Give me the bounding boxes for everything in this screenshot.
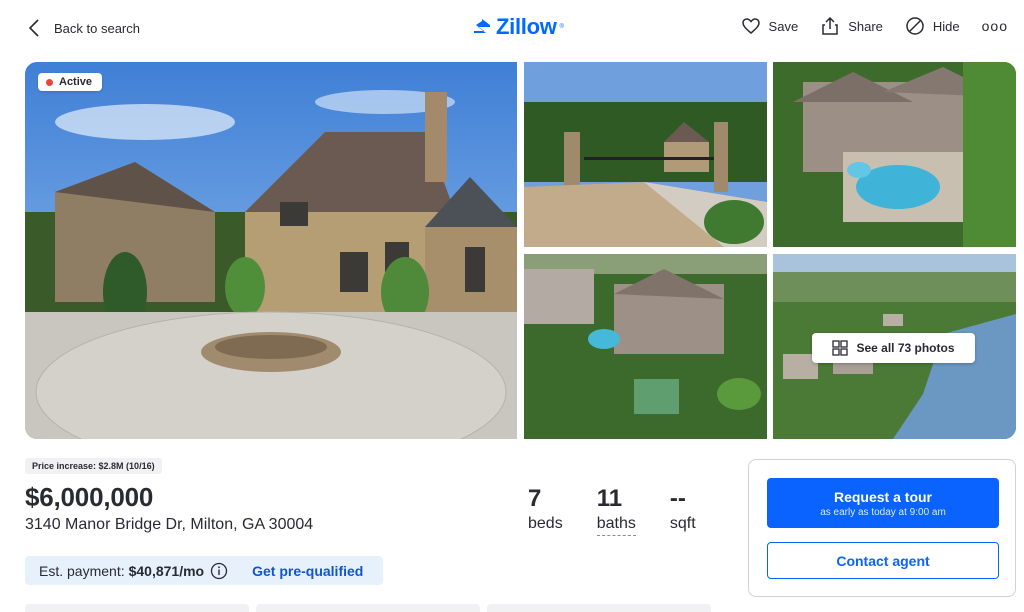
gallery-photo-2[interactable]	[524, 62, 767, 247]
est-payment-value: $40,871/mo	[128, 562, 205, 579]
contact-agent-button[interactable]: Contact agent	[767, 542, 999, 579]
gallery-photo-3[interactable]	[773, 62, 1016, 247]
request-tour-label: Request a tour	[833, 488, 932, 505]
zillow-logo[interactable]: Zillow ®	[472, 14, 564, 40]
registered-mark: ®	[559, 24, 564, 30]
contact-card: Request a tour as early as today at 9:00…	[748, 459, 1016, 597]
baths-value: 11	[596, 485, 623, 512]
save-label: Save	[768, 18, 799, 34]
sqft-label: sqft	[669, 515, 696, 532]
beds-label: beds	[528, 515, 563, 532]
estimated-payment-bar: Est. payment: $40,871/mo Get pre-qualifi…	[25, 556, 383, 585]
info-icon[interactable]	[210, 562, 228, 580]
section-tabs-partial	[25, 604, 711, 612]
status-badge: Active	[38, 73, 103, 91]
hide-icon	[906, 17, 924, 35]
see-all-photos-button[interactable]: See all 73 photos	[812, 333, 975, 363]
grid-icon	[832, 340, 849, 356]
photo-gallery: Active	[25, 62, 1016, 439]
top-bar: Back to search Zillow ® Save Share Hide o…	[0, 0, 1024, 58]
beds-stat: 7 beds	[528, 484, 563, 536]
baths-stat[interactable]: 11 baths	[596, 484, 636, 536]
listing-price: $6,000,000	[25, 482, 154, 512]
save-button[interactable]: Save	[741, 16, 799, 36]
header-actions: Save Share Hide ooo	[741, 16, 1008, 36]
zillow-house-icon	[474, 19, 490, 33]
hide-button[interactable]: Hide	[905, 16, 960, 36]
price-change-badge: Price increase: $2.8M (10/16)	[25, 458, 162, 474]
heart-icon	[741, 18, 760, 34]
beds-value: 7	[528, 485, 542, 512]
share-label: Share	[848, 18, 883, 34]
share-button[interactable]: Share	[820, 16, 883, 36]
status-label: Active	[59, 76, 93, 88]
listing-address: 3140 Manor Bridge Dr, Milton, GA 30004	[25, 516, 314, 533]
logo-text: Zillow	[496, 14, 557, 39]
back-to-search-link[interactable]: Back to search	[28, 18, 140, 38]
est-payment-prefix: Est. payment:	[39, 562, 125, 579]
sqft-value: --	[669, 485, 686, 512]
main-photo[interactable]	[25, 62, 517, 439]
see-all-label: See all 73 photos	[856, 341, 955, 355]
more-options-button[interactable]: ooo	[982, 18, 1008, 34]
stone-house-front-image	[25, 62, 517, 439]
sqft-stat: -- sqft	[670, 484, 696, 536]
share-icon	[822, 16, 838, 35]
baths-label[interactable]: baths	[596, 514, 636, 536]
chevron-left-icon	[28, 19, 39, 37]
back-label: Back to search	[54, 20, 140, 36]
gallery-photo-4[interactable]	[524, 254, 767, 439]
gated-driveway-image	[524, 62, 767, 247]
hide-label: Hide	[932, 18, 960, 34]
status-dot-icon	[46, 78, 53, 86]
aerial-pool-image	[773, 62, 1016, 247]
section-tab-2[interactable]	[256, 604, 480, 612]
aerial-estate-image	[524, 254, 767, 439]
request-tour-subtext: as early as today at 9:00 am	[820, 506, 946, 518]
section-tab-1[interactable]	[25, 604, 249, 612]
get-prequalified-link[interactable]: Get pre-qualified	[252, 563, 363, 579]
request-tour-button[interactable]: Request a tour as early as today at 9:00…	[767, 478, 999, 528]
home-stats: 7 beds 11 baths -- sqft	[528, 484, 696, 536]
section-tab-3[interactable]	[487, 604, 711, 612]
